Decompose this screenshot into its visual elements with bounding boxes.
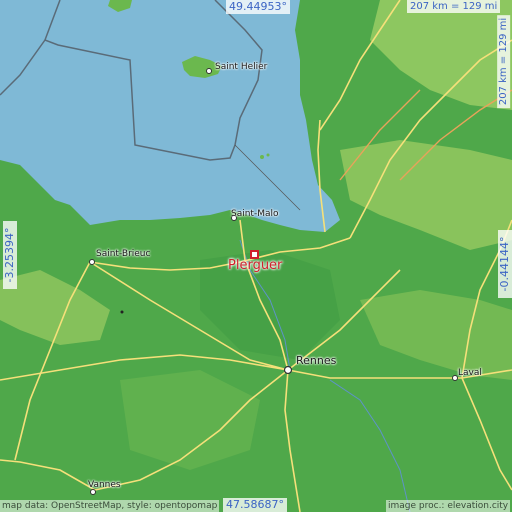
city-marker-vannes <box>90 489 96 495</box>
attribution-right: image proc.: elevation.city <box>386 500 511 512</box>
city-label-rennes: Rennes <box>296 354 337 367</box>
city-marker-laval <box>452 375 458 381</box>
city-marker-saint-helier <box>206 68 212 74</box>
city-label-laval: Laval <box>458 368 482 378</box>
attribution-left: map data: OpenStreetMap, style: opentopo… <box>0 500 220 512</box>
scale-vertical-label: 207 km = 129 mi <box>497 14 511 109</box>
coord-right-label: -0.44144° <box>498 230 512 298</box>
city-marker-rennes <box>283 365 293 375</box>
islet <box>266 153 270 157</box>
city-marker-saint-brieuc <box>89 259 95 265</box>
islet <box>260 155 264 159</box>
city-label-saint-brieuc: Saint-Brieuc <box>96 249 151 259</box>
summit-marker <box>120 310 124 314</box>
city-label-saint-helier: Saint Helier <box>215 62 268 72</box>
coord-bottom-label: 47.58687° <box>223 498 287 512</box>
coord-left-label: -3.25394° <box>3 221 17 289</box>
coord-top-label: 49.44953° <box>226 0 290 14</box>
highlight-location-marker[interactable] <box>250 250 259 259</box>
highlight-city-label[interactable]: Plerguer <box>228 258 282 273</box>
scale-horizontal-label: 207 km = 129 mi <box>407 0 501 13</box>
map-canvas <box>0 0 512 512</box>
city-label-saint-malo: Saint-Malo <box>231 209 279 219</box>
city-label-vannes: Vannes <box>88 480 121 490</box>
map-view[interactable]: Saint Helier Saint-Malo Saint-Brieuc Ren… <box>0 0 512 512</box>
